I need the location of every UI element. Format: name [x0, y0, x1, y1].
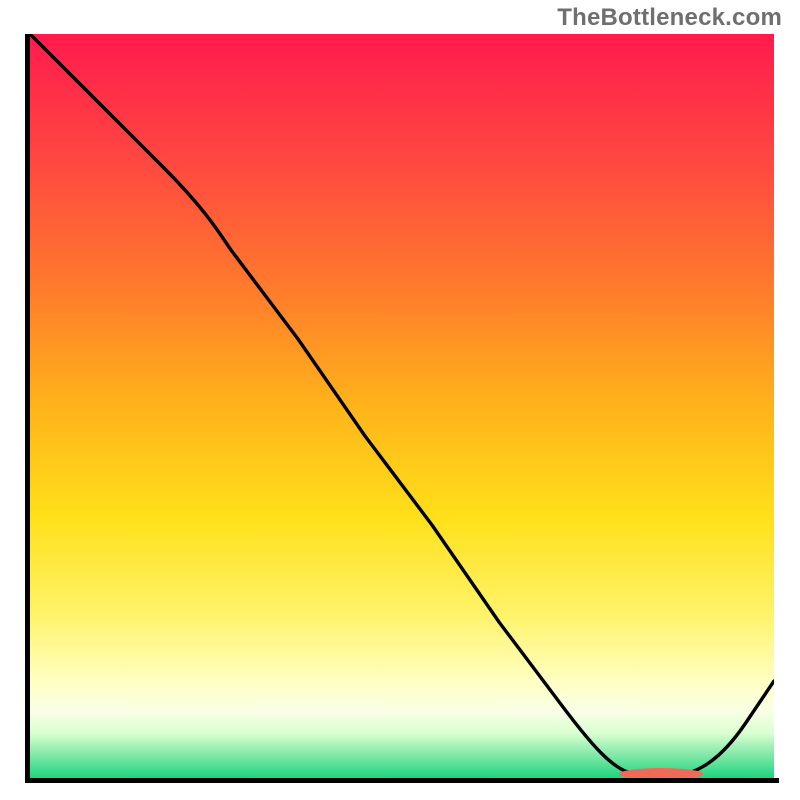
- plot-area: [30, 34, 774, 778]
- optimal-point-marker: [619, 768, 703, 778]
- marker-layer: [30, 34, 774, 778]
- x-axis: [25, 778, 779, 783]
- bottleneck-chart: TheBottleneck.com: [0, 0, 800, 800]
- watermark-text: TheBottleneck.com: [557, 4, 782, 32]
